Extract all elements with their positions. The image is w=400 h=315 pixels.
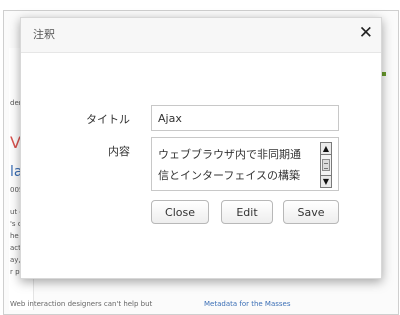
background-bottom-link[interactable]: Metadata for the Masses <box>204 300 314 308</box>
annotation-dialog: 注釈 ✕ タイトル Ajax 内容 ウェブブラウザ内で非同期通 信とインターフェ… <box>20 17 382 279</box>
close-button[interactable]: Close <box>151 200 209 224</box>
dialog-header: 注釈 ✕ <box>21 18 381 53</box>
scroll-down-icon[interactable]: ▼ <box>321 175 331 187</box>
content-textarea[interactable]: ウェブブラウザ内で非同期通 信とインターフェイスの構築 ▲ ▼ <box>151 137 339 191</box>
close-icon[interactable]: ✕ <box>359 23 373 43</box>
edit-button[interactable]: Edit <box>221 200 273 224</box>
scroll-thumb[interactable] <box>322 159 330 171</box>
content-label: 内容 <box>108 145 130 158</box>
title-input-value: Ajax <box>158 111 182 125</box>
save-button[interactable]: Save <box>283 200 339 224</box>
title-input[interactable]: Ajax <box>151 105 339 131</box>
background-bottom-text: Web interaction designers can't help but <box>10 300 153 308</box>
textarea-scrollbar[interactable]: ▲ ▼ <box>320 142 332 188</box>
title-label: タイトル <box>86 113 130 126</box>
dialog-title: 注釈 <box>33 28 55 41</box>
content-text: ウェブブラウザ内で非同期通 信とインターフェイスの構築 <box>158 148 301 182</box>
scroll-up-icon[interactable]: ▲ <box>321 143 331 155</box>
